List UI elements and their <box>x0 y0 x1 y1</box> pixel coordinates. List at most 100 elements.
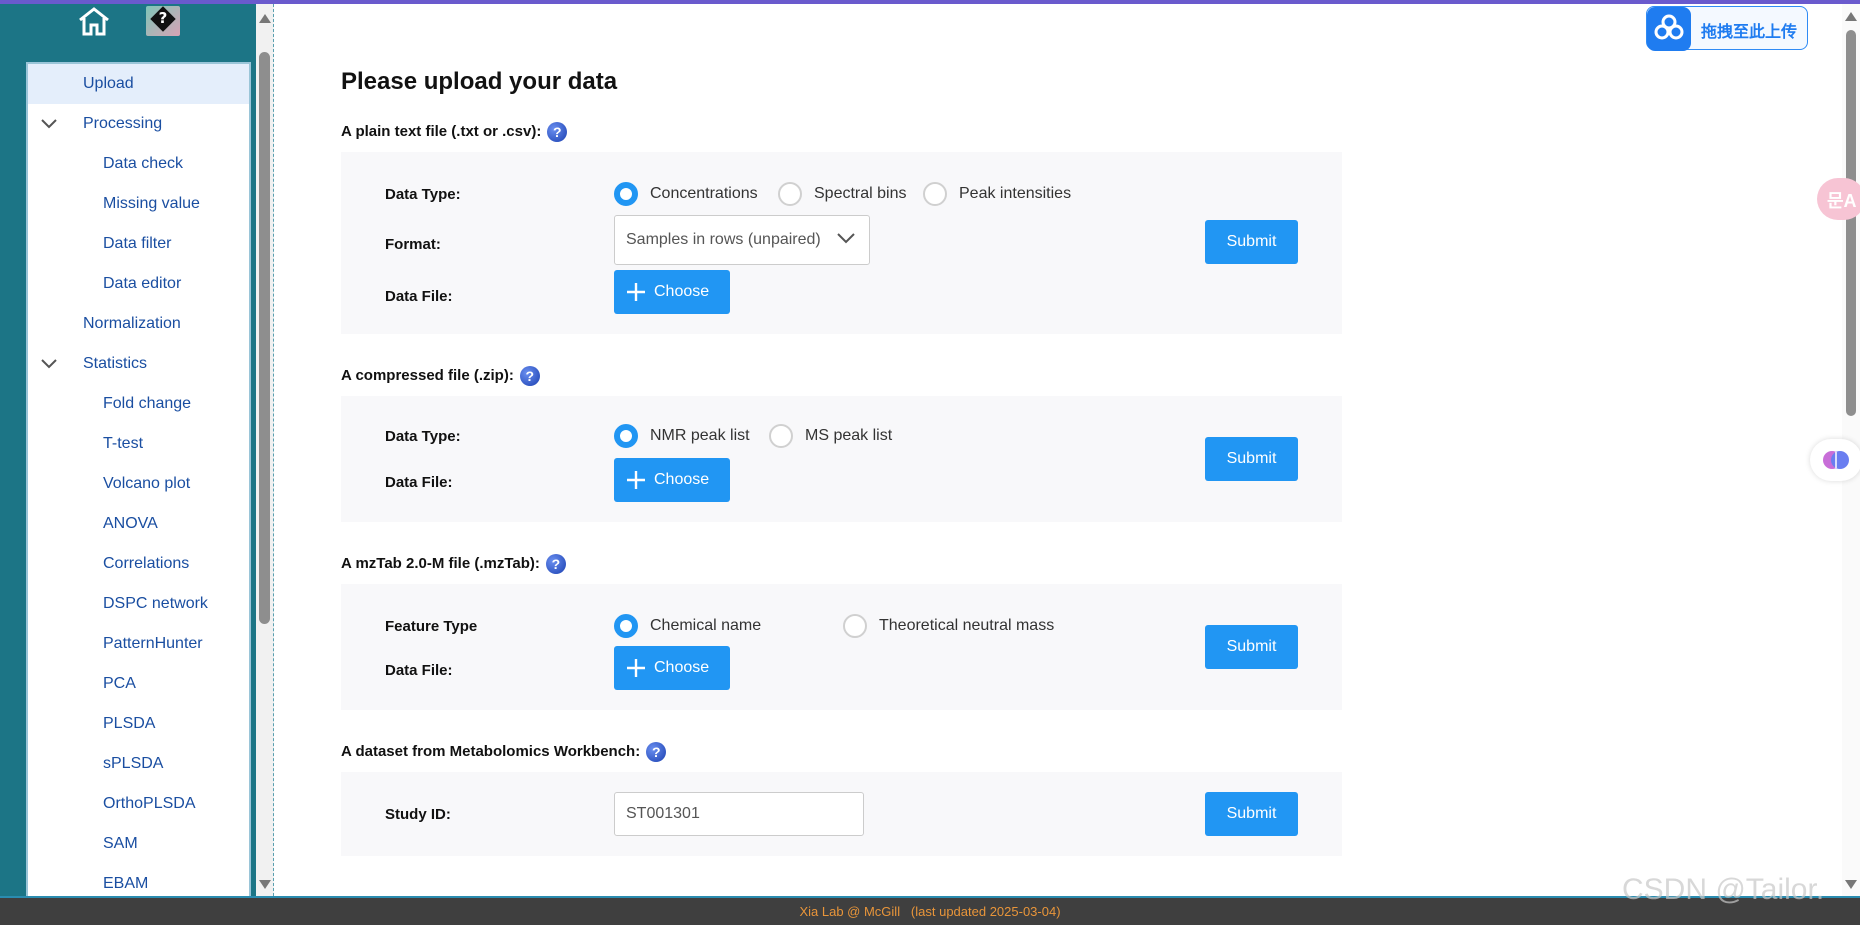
sidebar-item-patternhunter[interactable]: PatternHunter <box>28 624 249 664</box>
sidebar-item-pca[interactable]: PCA <box>28 664 249 704</box>
scroll-down-arrow-icon[interactable] <box>1845 880 1857 889</box>
feature-type-label: Feature Type <box>385 618 478 635</box>
sidebar-item-label: ANOVA <box>103 515 158 532</box>
sidebar-item-normalization[interactable]: Normalization <box>28 304 249 344</box>
radio-concentrations[interactable]: Concentrations <box>614 182 758 206</box>
choose-file-button[interactable]: Choose <box>614 270 730 314</box>
submit-button[interactable]: Submit <box>1205 437 1298 481</box>
sidebar-item-splsda[interactable]: sPLSDA <box>28 744 249 784</box>
data-file-label: Data File: <box>385 662 453 679</box>
home-icon[interactable] <box>76 6 112 36</box>
sidebar-item-label: Normalization <box>83 315 181 332</box>
plain-text-heading-label: A plain text file (.txt or .csv): <box>341 123 542 140</box>
radio-empty-icon <box>923 182 947 206</box>
sidebar-item-upload[interactable]: Upload <box>28 64 249 104</box>
sidebar-item-label: EBAM <box>103 875 149 892</box>
sidebar-item-orthoplsda[interactable]: OrthoPLSDA <box>28 784 249 824</box>
format-select-value: Samples in rows (unpaired) <box>626 231 821 248</box>
sidebar-item-statistics[interactable]: Statistics <box>28 344 249 384</box>
compressed-file-panel: Data Type: NMR peak list MS peak list Da… <box>341 396 1342 522</box>
submit-button[interactable]: Submit <box>1205 220 1298 264</box>
radio-nmr-peak-list[interactable]: NMR peak list <box>614 424 750 448</box>
chevron-down-icon[interactable] <box>40 115 58 133</box>
sidebar-item-fold-change[interactable]: Fold change <box>28 384 249 424</box>
study-id-label: Study ID: <box>385 806 451 823</box>
radio-selected-icon <box>614 182 638 206</box>
radio-spectral-bins[interactable]: Spectral bins <box>778 182 907 206</box>
sidebar-item-dspc-network[interactable]: DSPC network <box>28 584 249 624</box>
plus-icon <box>627 283 645 301</box>
radio-label: Chemical name <box>650 617 762 634</box>
sidebar-item-correlations[interactable]: Correlations <box>28 544 249 584</box>
question-icon[interactable]: ? <box>547 122 568 142</box>
submit-button[interactable]: Submit <box>1205 792 1298 836</box>
sidebar-item-anova[interactable]: ANOVA <box>28 504 249 544</box>
ai-assistant-icon[interactable] <box>1810 439 1860 481</box>
sidebar-item-label: PCA <box>103 675 136 692</box>
choose-label: Choose <box>654 659 710 676</box>
sidebar-item-plsda[interactable]: PLSDA <box>28 704 249 744</box>
footer: Xia Lab @ McGill (last updated 2025-03-0… <box>0 896 1860 925</box>
sidebar-scrollbar[interactable] <box>256 4 274 896</box>
submit-button[interactable]: Submit <box>1205 625 1298 669</box>
sidebar: ? Upload Processing Data check Missing valu… <box>0 4 260 900</box>
radio-selected-icon <box>614 614 638 638</box>
help-icon[interactable]: ? <box>146 6 180 36</box>
sidebar-item-data-editor[interactable]: Data editor <box>28 264 249 304</box>
choose-label: Choose <box>654 471 710 488</box>
mztab-panel: Feature Type Chemical name Theoretical n… <box>341 584 1342 710</box>
format-select[interactable]: Samples in rows (unpaired) <box>614 215 870 265</box>
sidebar-item-label: Data filter <box>103 235 172 252</box>
radio-ms-peak-list[interactable]: MS peak list <box>769 424 892 448</box>
sidebar-item-processing[interactable]: Processing <box>28 104 249 144</box>
sidebar-item-volcano-plot[interactable]: Volcano plot <box>28 464 249 504</box>
scrollbar-thumb[interactable] <box>259 52 270 624</box>
sidebar-item-ebam[interactable]: EBAM <box>28 864 249 898</box>
sidebar-item-label: PLSDA <box>103 715 156 732</box>
radio-chemical-name[interactable]: Chemical name <box>614 614 761 638</box>
cloud-upload-widget[interactable]: 拖拽至此上传 <box>1646 6 1808 51</box>
format-label: Format: <box>385 236 441 253</box>
scroll-down-arrow-icon[interactable] <box>259 880 271 889</box>
question-icon[interactable]: ? <box>646 742 667 762</box>
workbench-heading-label: A dataset from Metabolomics Workbench: <box>341 743 641 760</box>
sidebar-item-label: Statistics <box>83 355 148 372</box>
scroll-up-arrow-icon[interactable] <box>259 14 271 23</box>
study-id-input[interactable]: ST001301 <box>614 792 864 836</box>
radio-label: Peak intensities <box>959 185 1072 202</box>
radio-selected-icon <box>614 424 638 448</box>
scroll-up-arrow-icon[interactable] <box>1845 12 1857 21</box>
choose-file-button[interactable]: Choose <box>614 458 730 502</box>
question-icon[interactable]: ? <box>519 366 540 386</box>
sidebar-item-sam[interactable]: SAM <box>28 824 249 864</box>
cloud-upload-label: 拖拽至此上传 <box>1701 24 1798 41</box>
choose-file-button[interactable]: Choose <box>614 646 730 690</box>
radio-label: MS peak list <box>805 427 893 444</box>
sidebar-item-data-filter[interactable]: Data filter <box>28 224 249 264</box>
chevron-down-icon <box>837 233 855 244</box>
sidebar-item-label: Fold change <box>103 395 192 412</box>
question-icon[interactable]: ? <box>545 554 566 574</box>
radio-theoretical-neutral-mass[interactable]: Theoretical neutral mass <box>843 614 1054 638</box>
sidebar-item-label: Correlations <box>103 555 190 572</box>
plain-text-panel: Data Type: Concentrations Spectral bins … <box>341 152 1342 334</box>
workbench-heading: A dataset from Metabolomics Workbench:? <box>341 742 667 762</box>
choose-label: Choose <box>654 283 710 300</box>
chevron-down-icon[interactable] <box>40 355 58 373</box>
sidebar-item-data-check[interactable]: Data check <box>28 144 249 184</box>
sidebar-item-missing-value[interactable]: Missing value <box>28 184 249 224</box>
sidebar-item-label: DSPC network <box>103 595 208 612</box>
sidebar-item-label: OrthoPLSDA <box>103 795 196 812</box>
plus-icon <box>627 659 645 677</box>
radio-peak-intensities[interactable]: Peak intensities <box>923 182 1071 206</box>
compressed-file-heading: A compressed file (.zip):? <box>341 366 540 386</box>
translate-icon[interactable]: 문A <box>1817 178 1860 220</box>
sidebar-item-label: Missing value <box>103 195 200 212</box>
data-type-label: Data Type: <box>385 186 461 203</box>
sidebar-item-label: Upload <box>83 75 134 92</box>
scrollbar-thumb[interactable] <box>1846 30 1856 416</box>
mztab-heading-label: A mzTab 2.0-M file (.mzTab): <box>341 555 540 572</box>
plus-icon <box>627 471 645 489</box>
sidebar-item-label: SAM <box>103 835 138 852</box>
sidebar-item-t-test[interactable]: T-test <box>28 424 249 464</box>
